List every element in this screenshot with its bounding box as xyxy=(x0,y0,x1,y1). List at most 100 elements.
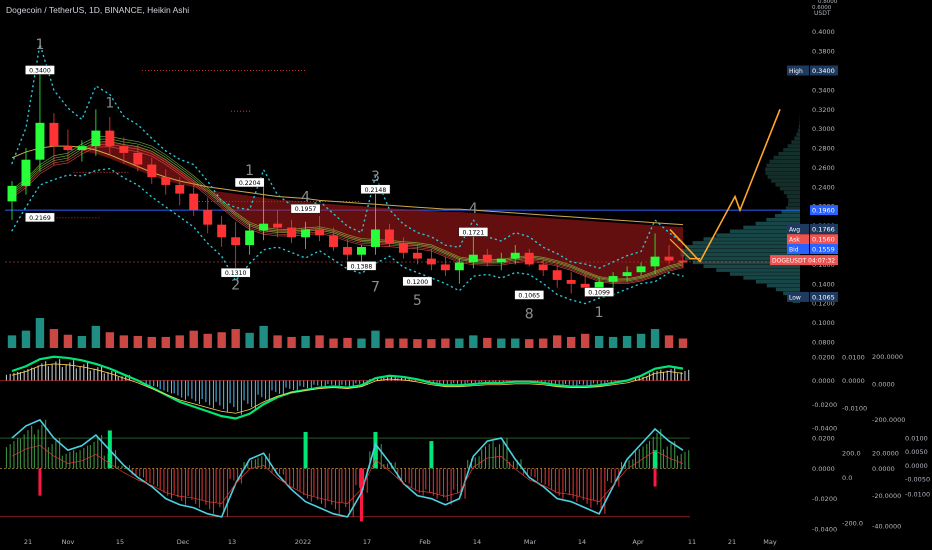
volume-bar xyxy=(91,325,101,348)
candle-body xyxy=(650,256,660,267)
oscillator-1-tick-c: -200.0000 xyxy=(872,416,905,424)
price-annotation-label: 0.1310 xyxy=(225,270,247,277)
oscillator-2-tick-b: -200.0 xyxy=(842,519,863,527)
price-axis-tick: 0.2600 xyxy=(812,164,835,172)
volume-profile-bar xyxy=(785,206,800,210)
volume-profile-bar xyxy=(787,202,800,206)
volume-bar xyxy=(161,336,170,348)
avg-label-value: 0.1766 xyxy=(812,225,835,233)
volume-bar xyxy=(357,338,366,348)
volume-bar xyxy=(650,329,660,348)
wave-count-label: 8 xyxy=(525,307,534,323)
oscillator-2-tick-b: 0.0 xyxy=(842,474,852,482)
wave-count-label: 5 xyxy=(413,293,422,309)
volume-bar xyxy=(525,339,534,348)
volume-profile-bar xyxy=(791,140,800,144)
volume-bar xyxy=(636,333,646,348)
volume-bar xyxy=(539,338,548,348)
oscillator-1-tick: -0.0400 xyxy=(812,425,837,433)
low-label-tag: Low xyxy=(789,294,801,301)
oscillator-2-tick-c: 0.0000 xyxy=(872,465,895,473)
time-axis-tick: 15 xyxy=(116,538,124,546)
volume-bar xyxy=(427,339,436,348)
ask-label-tag: Ask xyxy=(789,237,800,244)
oscillator-1-tick-b: -0.0100 xyxy=(842,404,867,412)
time-axis-tick: Nov xyxy=(62,538,75,546)
volume-profile xyxy=(680,109,800,303)
candle-body xyxy=(440,264,450,271)
volume-bar xyxy=(245,332,254,348)
wave-count-label: 1 xyxy=(595,305,604,321)
volume-profile-bar xyxy=(703,237,800,241)
volume-profile-bar xyxy=(755,279,800,284)
volume-bar xyxy=(203,333,212,348)
price-axis-tick: 0.4000 xyxy=(812,28,835,36)
oscillator-2-tick-c: -20.0000 xyxy=(872,492,901,500)
candle-body xyxy=(552,270,562,280)
volume-bar xyxy=(594,336,604,348)
volume-bar xyxy=(315,335,324,348)
volume-bar xyxy=(455,338,464,348)
oscillator-2-tick-c: 20.0000 xyxy=(872,450,899,458)
price-annotation-label: 0.3400 xyxy=(29,67,51,74)
volume-bar xyxy=(511,338,520,348)
candle-body xyxy=(566,279,576,284)
oscillator-1-tick-c: 0.0000 xyxy=(872,381,895,389)
volume-bar xyxy=(497,338,506,348)
candle-body xyxy=(329,235,338,247)
volume-bar xyxy=(622,336,632,348)
price-annotation-label: 0.1957 xyxy=(295,206,317,213)
candle-body xyxy=(315,229,325,236)
volume-profile-bar xyxy=(778,151,800,156)
volume-profile-bar xyxy=(775,182,800,187)
volume-bar xyxy=(566,336,576,348)
candle-body xyxy=(398,243,408,253)
price-annotation-label: 0.2148 xyxy=(365,187,387,194)
oscillator-2-spike xyxy=(303,432,308,469)
time-axis-tick: May xyxy=(763,538,777,546)
candle-body xyxy=(664,256,674,261)
volume-bar xyxy=(147,336,156,348)
candle-body xyxy=(370,229,380,247)
volume-profile-bar xyxy=(766,283,800,288)
bid-label-tag: Bid xyxy=(789,247,799,254)
volume-profile-bar xyxy=(786,194,800,199)
candle-body xyxy=(454,262,464,271)
volume-profile-bar xyxy=(781,210,800,214)
volume-bar xyxy=(273,335,282,348)
volume-profile-bar xyxy=(716,268,800,272)
oscillator-1-tick: 0.0200 xyxy=(812,353,835,361)
candle-body xyxy=(21,159,31,186)
volume-bar xyxy=(664,335,674,348)
volume-bar xyxy=(329,338,338,348)
level-label-value: 0.1960 xyxy=(812,207,835,215)
oscillator-2-tick: -0.0400 xyxy=(812,525,837,533)
volume-profile-bar xyxy=(684,245,800,249)
oscillator-2-spike xyxy=(429,441,434,469)
oscillator-2-tick-d: 0.0000 xyxy=(905,462,928,470)
time-axis-tick: 17 xyxy=(363,538,371,546)
oscillator-1-tick: -0.0200 xyxy=(812,401,837,409)
volume-profile-bar xyxy=(766,163,800,168)
candle-body xyxy=(119,146,129,153)
candle-body xyxy=(468,254,478,263)
price-annotation-label: 0.1721 xyxy=(462,229,484,236)
candle-body xyxy=(63,146,73,150)
volume-bar xyxy=(608,336,618,348)
volume-bar xyxy=(385,338,394,348)
price-annotation-label: 0.2169 xyxy=(29,215,51,222)
oscillator-2-tick-d: -0.0100 xyxy=(905,491,930,499)
price-axis-tick: 0.3200 xyxy=(812,106,835,114)
volume-bar xyxy=(371,330,380,348)
candle-body xyxy=(636,266,646,273)
volume-bar xyxy=(77,336,87,348)
volume-bar xyxy=(259,325,268,348)
tradingview-chart[interactable]: 0.40000.38000.36000.34000.32000.30000.28… xyxy=(0,0,932,550)
candle-body xyxy=(203,210,213,225)
volume-bar xyxy=(49,329,59,348)
last-price-tag: DOGEUSDT 04:07:32 xyxy=(772,258,835,265)
price-annotation-label: 0.2204 xyxy=(239,180,261,187)
ask-label-value: 0.1560 xyxy=(812,236,835,244)
volume-bar xyxy=(301,336,310,348)
candle-body xyxy=(384,229,394,244)
